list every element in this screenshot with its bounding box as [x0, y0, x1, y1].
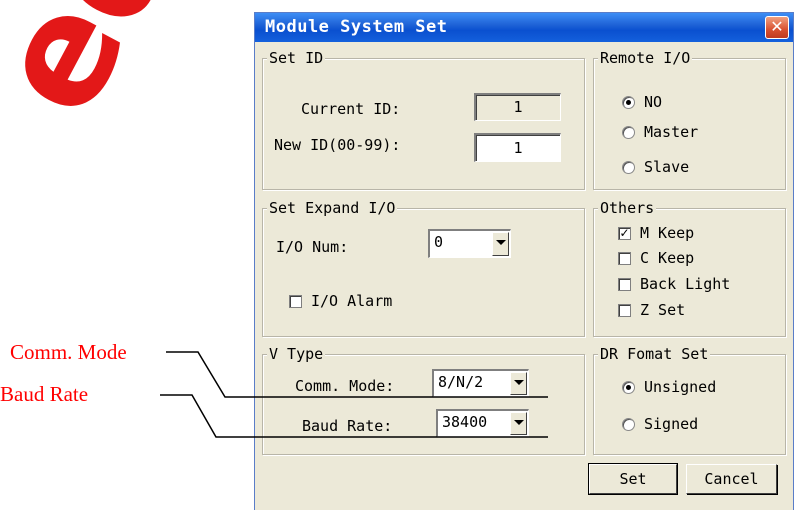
checkbox-label: Back Light — [640, 275, 731, 293]
checkbox-label: C Keep — [640, 249, 695, 267]
cancel-button[interactable]: Cancel — [686, 464, 777, 494]
module-system-set-dialog: Module System Set ✕ Set ID Current ID: 1… — [254, 12, 794, 510]
dialog-title: Module System Set — [265, 17, 448, 37]
close-icon[interactable]: ✕ — [765, 16, 789, 39]
checkbox-label: M Keep — [640, 224, 695, 242]
radio-icon — [622, 417, 635, 431]
remote-io-option-slave[interactable]: Slave — [622, 158, 689, 176]
io-alarm-checkbox[interactable]: I/O Alarm — [289, 292, 392, 310]
baud-rate-value: 38400 — [442, 413, 488, 431]
new-id-label: New ID(00-99): — [274, 136, 401, 154]
checkbox-icon — [618, 277, 631, 291]
comm-mode-value: 8/N/2 — [438, 373, 484, 391]
radio-selected-icon — [622, 95, 635, 109]
others-z-set-checkbox[interactable]: Z Set — [618, 301, 685, 319]
radio-label: Slave — [644, 158, 690, 176]
radio-icon — [622, 125, 635, 139]
chevron-down-icon[interactable] — [492, 232, 509, 256]
radio-label: Signed — [644, 415, 699, 433]
others-m-keep-checkbox[interactable]: ✓ M Keep — [618, 224, 694, 242]
comm-mode-select[interactable]: 8/N/2 — [432, 369, 529, 397]
radio-label: Unsigned — [644, 378, 717, 396]
io-num-value: 0 — [434, 233, 444, 251]
radio-selected-icon — [622, 380, 635, 394]
annotation-comm-mode: Comm. Mode — [10, 340, 127, 364]
checkbox-label: Z Set — [640, 301, 686, 319]
current-id-field: 1 — [474, 93, 561, 121]
others-legend: Others — [598, 199, 657, 217]
current-id-label: Current ID: — [301, 100, 401, 118]
checkbox-icon — [618, 303, 631, 317]
set-id-legend: Set ID — [267, 49, 326, 67]
radio-icon — [622, 160, 635, 174]
v-type-group: V Type — [262, 345, 585, 455]
io-num-label: I/O Num: — [276, 238, 349, 256]
baud-rate-label: Baud Rate: — [302, 417, 393, 435]
checkbox-label: I/O Alarm — [311, 292, 393, 310]
radio-label: NO — [644, 93, 663, 111]
v-type-legend: V Type — [267, 345, 326, 363]
dr-format-group: DR Fomat Set — [593, 345, 786, 455]
annotation-baud-rate: Baud Rate — [0, 382, 89, 406]
checkmark-icon: ✓ — [618, 225, 631, 240]
set-expand-io-group: Set Expand I/O — [262, 199, 585, 337]
dr-format-legend: DR Fomat Set — [598, 345, 711, 363]
remote-io-legend: Remote I/O — [598, 49, 693, 67]
set-expand-io-legend: Set Expand I/O — [267, 199, 398, 217]
radio-label: Master — [644, 123, 699, 141]
chevron-down-icon[interactable] — [510, 412, 527, 435]
others-c-keep-checkbox[interactable]: C Keep — [618, 249, 694, 267]
dr-format-option-signed[interactable]: Signed — [622, 415, 698, 433]
dr-format-option-unsigned[interactable]: Unsigned — [622, 378, 716, 396]
set-button[interactable]: Set — [588, 463, 678, 495]
baud-rate-select[interactable]: 38400 — [436, 409, 529, 437]
checkbox-icon — [618, 251, 631, 265]
new-id-input[interactable]: 1 — [474, 133, 561, 162]
io-num-select[interactable]: 0 — [428, 229, 511, 258]
others-back-light-checkbox[interactable]: Back Light — [618, 275, 730, 293]
remote-io-option-no[interactable]: NO — [622, 93, 662, 111]
title-bar[interactable]: Module System Set ✕ — [255, 13, 793, 42]
checkbox-icon — [289, 294, 302, 308]
comm-mode-label: Comm. Mode: — [295, 377, 395, 395]
chevron-down-icon[interactable] — [510, 372, 527, 395]
remote-io-option-master[interactable]: Master — [622, 123, 698, 141]
